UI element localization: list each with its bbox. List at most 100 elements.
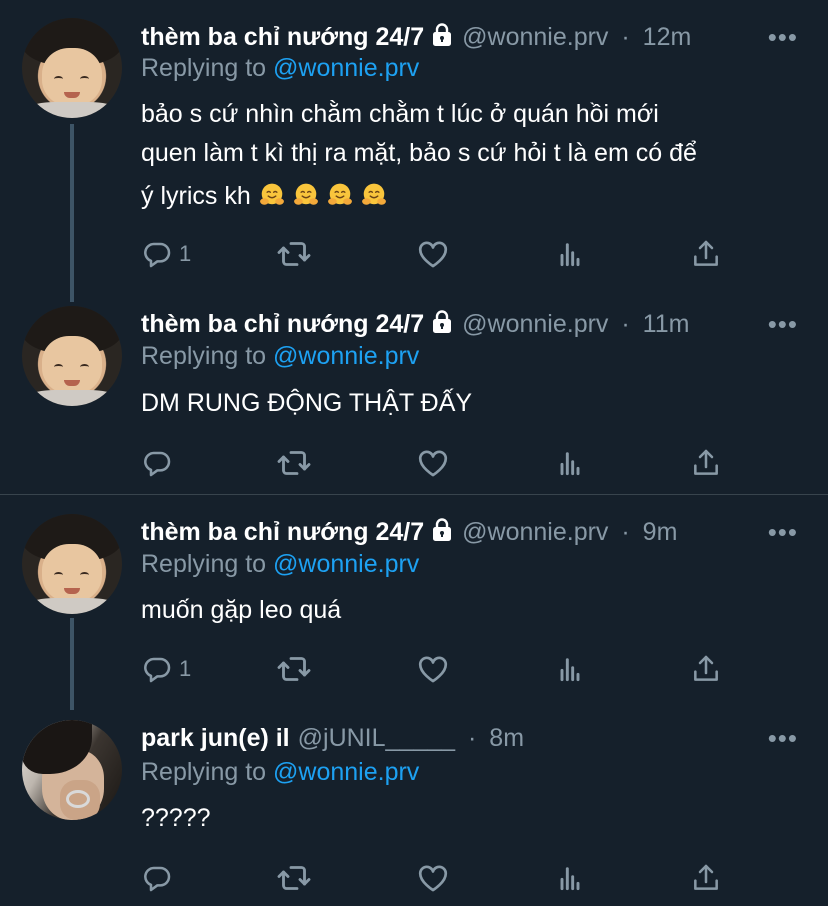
like-icon <box>416 237 450 271</box>
replying-to-handle[interactable]: @wonnie.prv <box>273 342 419 370</box>
analytics-icon <box>554 447 586 479</box>
separator: · <box>621 23 630 51</box>
tweet-text: ????? <box>141 804 211 832</box>
reply-icon <box>141 862 173 894</box>
avatar[interactable] <box>22 306 122 406</box>
separator: · <box>621 310 630 338</box>
replying-to-label: Replying to <box>141 54 267 82</box>
more-options-icon[interactable]: ••• <box>768 309 798 340</box>
like-button[interactable] <box>416 652 450 686</box>
share-icon <box>690 862 722 894</box>
replying-to-label: Replying to <box>141 550 267 578</box>
hugging-face-emoji <box>293 182 319 208</box>
replying-to-handle[interactable]: @wonnie.prv <box>273 54 419 82</box>
like-button[interactable] <box>416 237 450 271</box>
analytics-button[interactable] <box>554 446 586 480</box>
timestamp[interactable]: 8m <box>489 724 524 752</box>
tweet-text-line: quen làm t kì thị ra mặt, bảo s cứ hỏi t… <box>141 139 697 167</box>
timestamp[interactable]: 9m <box>643 518 678 546</box>
replying-to: Replying to @wonnie.prv <box>141 54 419 83</box>
retweet-button[interactable] <box>276 237 312 271</box>
reply-button[interactable] <box>141 446 173 480</box>
like-icon <box>416 861 450 895</box>
retweet-button[interactable] <box>276 446 312 480</box>
share-icon <box>690 653 722 685</box>
replying-to-handle[interactable]: @wonnie.prv <box>273 758 419 786</box>
user-handle[interactable]: @jUNIL_____ <box>298 724 455 752</box>
avatar[interactable] <box>22 18 122 118</box>
replying-to: Replying to @wonnie.prv <box>141 758 419 787</box>
timestamp[interactable]: 12m <box>643 23 692 51</box>
retweet-icon <box>276 860 312 896</box>
lock-icon <box>430 518 454 549</box>
avatar[interactable] <box>22 514 122 614</box>
replying-to: Replying to @wonnie.prv <box>141 550 419 579</box>
share-button[interactable] <box>690 237 722 271</box>
analytics-icon <box>554 653 586 685</box>
retweet-icon <box>276 445 312 481</box>
analytics-button[interactable] <box>554 237 586 271</box>
display-name[interactable]: thèm ba chỉ nướng 24/7 <box>141 518 424 546</box>
tweet-actions: 1 <box>141 652 741 686</box>
like-button[interactable] <box>416 446 450 480</box>
reply-button[interactable]: 1 <box>141 652 191 686</box>
retweet-button[interactable] <box>276 861 312 895</box>
reply-icon <box>141 447 173 479</box>
tweet-actions: 1 <box>141 237 741 271</box>
tweet-text: bảo s cứ nhìn chằm chằm t lúc ở quán hồi… <box>141 95 801 216</box>
display-name[interactable]: thèm ba chỉ nướng 24/7 <box>141 310 424 338</box>
avatar[interactable] <box>22 720 122 820</box>
more-options-icon[interactable]: ••• <box>768 22 798 53</box>
like-button[interactable] <box>416 861 450 895</box>
lock-icon <box>430 23 454 54</box>
separator: · <box>468 724 477 752</box>
lock-icon <box>430 310 454 341</box>
user-handle[interactable]: @wonnie.prv <box>462 518 608 546</box>
hugging-face-emoji <box>327 182 353 208</box>
like-icon <box>416 446 450 480</box>
analytics-icon <box>554 862 586 894</box>
analytics-icon <box>554 238 586 270</box>
user-handle[interactable]: @wonnie.prv <box>462 310 608 338</box>
tweet-text: DM RUNG ĐỘNG THẬT ĐẤY <box>141 389 473 417</box>
hugging-face-emoji <box>259 182 285 208</box>
display-name[interactable]: park jun(e) il <box>141 724 290 752</box>
share-button[interactable] <box>690 446 722 480</box>
tweet-text-line: bảo s cứ nhìn chằm chằm t lúc ở quán hồi… <box>141 100 659 128</box>
timestamp[interactable]: 11m <box>643 310 690 338</box>
more-options-icon[interactable]: ••• <box>768 517 798 548</box>
reply-button[interactable] <box>141 861 173 895</box>
analytics-button[interactable] <box>554 861 586 895</box>
replying-to: Replying to @wonnie.prv <box>141 342 419 371</box>
tweet-header: thèm ba chỉ nướng 24/7 @wonnie.prv · 9m <box>141 517 677 549</box>
tweet-header: park jun(e) il @jUNIL_____ · 8m <box>141 723 524 753</box>
retweet-icon <box>276 236 312 272</box>
reply-icon <box>141 653 173 685</box>
reply-button[interactable]: 1 <box>141 237 191 271</box>
separator: · <box>621 518 630 546</box>
reply-count: 1 <box>179 656 192 681</box>
more-options-icon[interactable]: ••• <box>768 723 798 754</box>
hugging-face-emoji <box>361 182 387 208</box>
analytics-button[interactable] <box>554 652 586 686</box>
thread-line <box>70 618 74 710</box>
tweet-text-line: ý lyrics kh <box>141 182 251 210</box>
tweet-header: thèm ba chỉ nướng 24/7 @wonnie.prv · 12m <box>141 22 691 54</box>
thread-divider <box>0 494 828 495</box>
tweet-actions <box>141 446 741 480</box>
tweet-text: muốn gặp leo quá <box>141 596 342 624</box>
share-button[interactable] <box>690 652 722 686</box>
reply-count: 1 <box>179 241 192 266</box>
tweet-header: thèm ba chỉ nướng 24/7 @wonnie.prv · 11m <box>141 309 689 341</box>
retweet-icon <box>276 651 312 687</box>
share-button[interactable] <box>690 861 722 895</box>
user-handle[interactable]: @wonnie.prv <box>462 23 608 51</box>
like-icon <box>416 652 450 686</box>
tweet-actions <box>141 861 741 895</box>
display-name[interactable]: thèm ba chỉ nướng 24/7 <box>141 23 424 51</box>
thread-line <box>70 124 74 302</box>
replying-to-handle[interactable]: @wonnie.prv <box>273 550 419 578</box>
reply-icon <box>141 238 173 270</box>
replying-to-label: Replying to <box>141 758 267 786</box>
retweet-button[interactable] <box>276 652 312 686</box>
